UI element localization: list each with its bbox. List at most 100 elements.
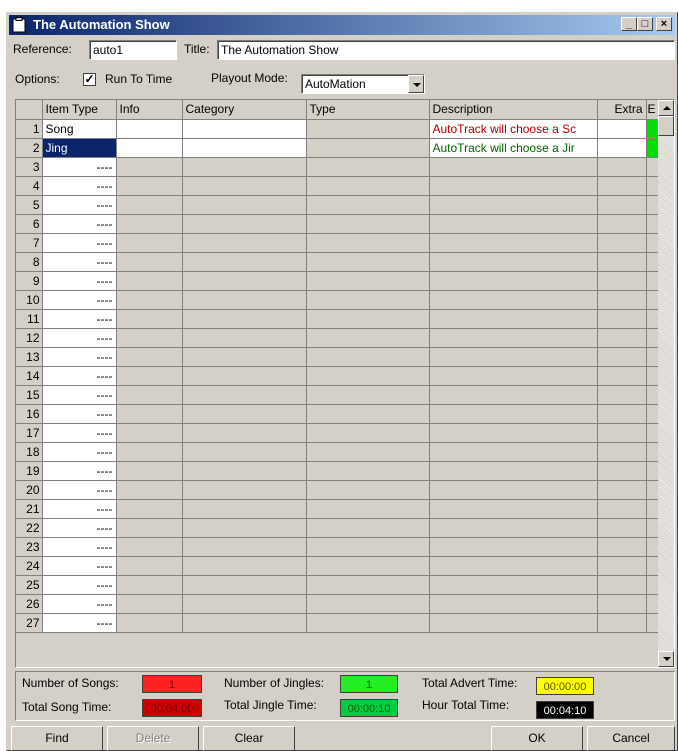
- column-header-item-type[interactable]: Item Type: [42, 100, 117, 120]
- item-type-cell[interactable]: ----: [42, 271, 117, 291]
- info-cell[interactable]: [116, 537, 183, 557]
- extra-cell[interactable]: [597, 233, 647, 253]
- description-cell[interactable]: [429, 347, 598, 367]
- type-cell[interactable]: [306, 138, 430, 158]
- category-cell[interactable]: [182, 556, 307, 576]
- extra-cell[interactable]: [597, 366, 647, 386]
- playout-mode-dropdown-button[interactable]: [408, 75, 424, 93]
- item-type-cell[interactable]: ----: [42, 252, 117, 272]
- category-cell[interactable]: [182, 461, 307, 481]
- item-type-cell[interactable]: ----: [42, 518, 117, 538]
- extra-cell[interactable]: [597, 195, 647, 215]
- item-type-cell[interactable]: ----: [42, 309, 117, 329]
- info-cell[interactable]: [116, 518, 183, 538]
- table-row[interactable]: 20 ----: [16, 480, 660, 500]
- table-row[interactable]: 22 ----: [16, 518, 660, 538]
- ok-button[interactable]: OK: [491, 726, 583, 751]
- item-type-cell[interactable]: ----: [42, 594, 117, 614]
- info-cell[interactable]: [116, 176, 183, 196]
- type-cell[interactable]: [306, 271, 430, 291]
- type-cell[interactable]: [306, 442, 430, 462]
- info-cell[interactable]: [116, 385, 183, 405]
- item-type-cell[interactable]: ----: [42, 423, 117, 443]
- info-cell[interactable]: [116, 461, 183, 481]
- type-cell[interactable]: [306, 461, 430, 481]
- extra-cell[interactable]: [597, 404, 647, 424]
- table-row[interactable]: 3 ----: [16, 157, 660, 177]
- item-type-cell[interactable]: ----: [42, 347, 117, 367]
- type-cell[interactable]: [306, 328, 430, 348]
- type-cell[interactable]: [306, 309, 430, 329]
- info-cell[interactable]: [116, 309, 183, 329]
- category-cell[interactable]: [182, 537, 307, 557]
- item-type-cell[interactable]: ----: [42, 480, 117, 500]
- extra-cell[interactable]: [597, 157, 647, 177]
- description-cell[interactable]: [429, 442, 598, 462]
- find-button[interactable]: Find: [11, 726, 103, 751]
- description-cell[interactable]: [429, 176, 598, 196]
- extra-cell[interactable]: [597, 594, 647, 614]
- item-type-cell[interactable]: ----: [42, 385, 117, 405]
- close-button[interactable]: ×: [656, 17, 672, 31]
- category-cell[interactable]: [182, 290, 307, 310]
- info-cell[interactable]: [116, 366, 183, 386]
- type-cell[interactable]: [306, 499, 430, 519]
- extra-cell[interactable]: [597, 214, 647, 234]
- type-cell[interactable]: [306, 252, 430, 272]
- description-cell[interactable]: [429, 423, 598, 443]
- cancel-button[interactable]: Cancel: [587, 726, 675, 751]
- item-type-cell[interactable]: ----: [42, 328, 117, 348]
- extra-cell[interactable]: [597, 499, 647, 519]
- description-cell[interactable]: [429, 518, 598, 538]
- info-cell[interactable]: [116, 271, 183, 291]
- extra-cell[interactable]: [597, 518, 647, 538]
- reference-field[interactable]: auto1: [89, 40, 177, 60]
- category-cell[interactable]: [182, 214, 307, 234]
- category-cell[interactable]: [182, 499, 307, 519]
- type-cell[interactable]: [306, 347, 430, 367]
- description-cell[interactable]: AutoTrack will choose a Jir: [429, 138, 598, 158]
- table-row[interactable]: 23 ----: [16, 537, 660, 557]
- item-type-cell[interactable]: ----: [42, 366, 117, 386]
- description-cell[interactable]: [429, 385, 598, 405]
- description-cell[interactable]: [429, 214, 598, 234]
- table-row[interactable]: 21 ----: [16, 499, 660, 519]
- description-cell[interactable]: [429, 252, 598, 272]
- info-cell[interactable]: [116, 423, 183, 443]
- column-header-category[interactable]: Category: [182, 100, 307, 120]
- category-cell[interactable]: [182, 423, 307, 443]
- extra-cell[interactable]: [597, 480, 647, 500]
- type-cell[interactable]: [306, 575, 430, 595]
- item-type-cell[interactable]: ----: [42, 575, 117, 595]
- info-cell[interactable]: [116, 556, 183, 576]
- category-cell[interactable]: [182, 404, 307, 424]
- info-cell[interactable]: [116, 119, 183, 139]
- description-cell[interactable]: [429, 499, 598, 519]
- table-row[interactable]: 15 ----: [16, 385, 660, 405]
- table-row[interactable]: 16 ----: [16, 404, 660, 424]
- table-row[interactable]: 7 ----: [16, 233, 660, 253]
- extra-cell[interactable]: [597, 613, 647, 633]
- info-cell[interactable]: [116, 195, 183, 215]
- scroll-down-button[interactable]: [658, 651, 674, 667]
- type-cell[interactable]: [306, 176, 430, 196]
- category-cell[interactable]: [182, 271, 307, 291]
- info-cell[interactable]: [116, 138, 183, 158]
- type-cell[interactable]: [306, 119, 430, 139]
- table-row[interactable]: 17 ----: [16, 423, 660, 443]
- column-header-extra[interactable]: Extra: [597, 100, 647, 120]
- description-cell[interactable]: [429, 309, 598, 329]
- category-cell[interactable]: [182, 252, 307, 272]
- description-cell[interactable]: [429, 290, 598, 310]
- category-cell[interactable]: [182, 366, 307, 386]
- type-cell[interactable]: [306, 594, 430, 614]
- category-cell[interactable]: [182, 442, 307, 462]
- item-type-cell[interactable]: ----: [42, 404, 117, 424]
- description-cell[interactable]: [429, 594, 598, 614]
- description-cell[interactable]: [429, 461, 598, 481]
- category-cell[interactable]: [182, 309, 307, 329]
- title-bar[interactable]: The Automation Show _ □ ×: [9, 15, 675, 35]
- category-cell[interactable]: [182, 594, 307, 614]
- type-cell[interactable]: [306, 157, 430, 177]
- type-cell[interactable]: [306, 537, 430, 557]
